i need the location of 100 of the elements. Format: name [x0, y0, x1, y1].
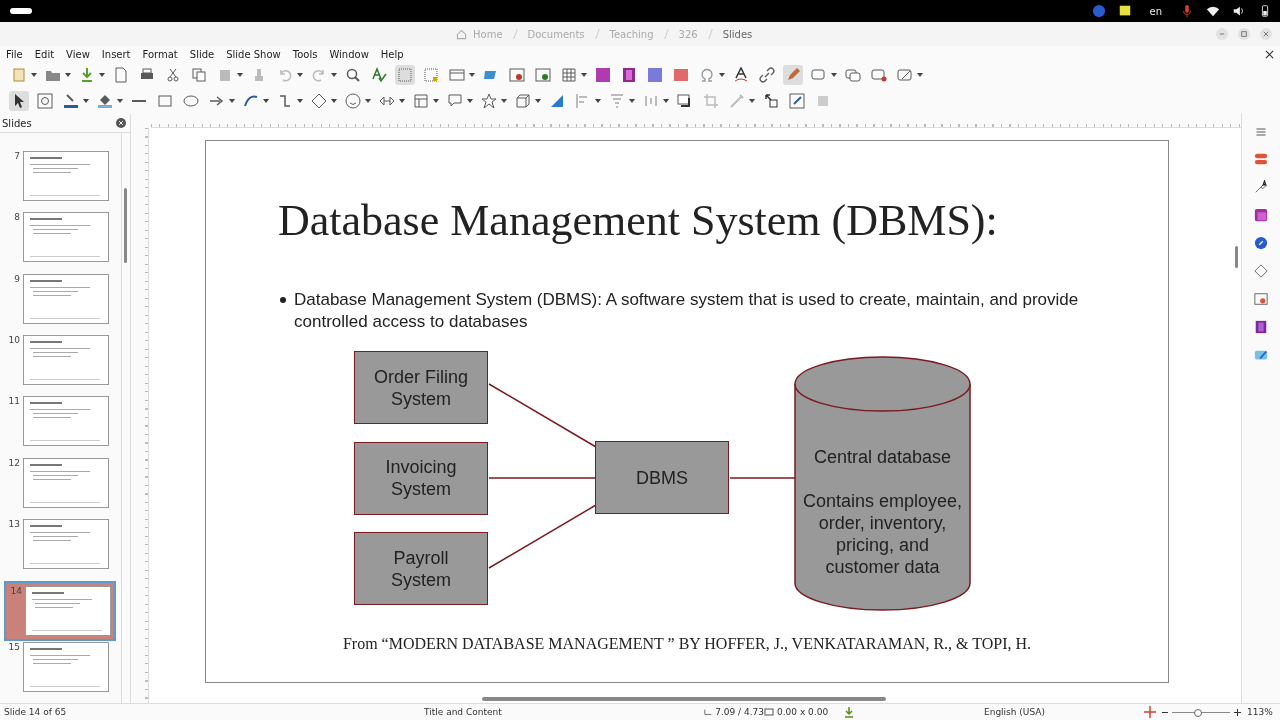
caret-icon[interactable] [581, 73, 587, 77]
diamond-icon[interactable] [309, 91, 329, 111]
workspace-indicator[interactable] [10, 8, 32, 14]
scrollbar-thumb[interactable] [482, 697, 886, 701]
flowchart-icon[interactable] [411, 91, 431, 111]
slide-counter: Slide 14 of 65 [4, 707, 68, 717]
slide-thumbnail[interactable] [23, 212, 109, 263]
slide-row[interactable]: 11 [0, 396, 121, 458]
menu-item[interactable]: Format [142, 48, 178, 60]
glue-icon[interactable] [787, 91, 807, 111]
caret-icon[interactable] [467, 99, 473, 103]
caret-icon[interactable] [117, 99, 123, 103]
caret-icon[interactable] [99, 73, 105, 77]
slide-icon[interactable] [507, 65, 527, 85]
menu-item[interactable]: File [6, 48, 23, 60]
caret-icon[interactable] [229, 99, 235, 103]
slide-icon[interactable] [1254, 292, 1268, 306]
volume-icon[interactable] [1232, 4, 1246, 18]
comment-icon[interactable] [1254, 348, 1268, 362]
caret-icon[interactable] [263, 99, 269, 103]
close-icon[interactable] [116, 118, 126, 128]
caret-icon[interactable] [331, 73, 337, 77]
smiley-icon[interactable] [343, 91, 363, 111]
wifi-icon[interactable] [1206, 4, 1220, 18]
zoom-slider-thumb[interactable] [1194, 708, 1203, 717]
slide-thumbnail[interactable] [23, 335, 109, 385]
slide-row[interactable]: 15 [0, 641, 121, 703]
zoom-in-button[interactable] [1234, 708, 1241, 716]
app-icon[interactable] [1091, 4, 1106, 18]
caret-icon[interactable] [237, 73, 243, 77]
menu-item[interactable]: Window [329, 48, 369, 60]
caret-icon[interactable] [469, 73, 475, 77]
cube-icon[interactable] [513, 91, 533, 111]
note-icon[interactable] [1117, 4, 1132, 18]
caret-icon[interactable] [297, 99, 303, 103]
line-color-icon[interactable] [61, 91, 81, 111]
menu-item[interactable]: Insert [101, 48, 131, 60]
gallery-icon[interactable] [1254, 208, 1268, 222]
link-icon[interactable] [757, 65, 777, 85]
maximize-icon[interactable] [1238, 28, 1250, 40]
caret-icon[interactable] [297, 73, 303, 77]
slide-thumbnail[interactable] [23, 396, 109, 447]
diamond-icon[interactable] [1254, 264, 1268, 278]
close-icon[interactable] [1265, 49, 1274, 59]
menu-item[interactable]: Help [380, 48, 404, 60]
move-icon[interactable] [1144, 706, 1156, 718]
slide-row[interactable]: 12 [0, 457, 121, 519]
slide-thumbnail[interactable] [23, 151, 109, 201]
position-icon [704, 708, 713, 716]
process-node: Invoicing System [354, 441, 488, 515]
star-icon[interactable] [479, 91, 499, 111]
caret-icon[interactable] [83, 99, 89, 103]
caret-icon[interactable] [749, 99, 755, 103]
zoom-icon[interactable] [35, 91, 55, 111]
caret-icon[interactable] [831, 73, 837, 77]
slide-row[interactable]: 9 [0, 273, 121, 335]
slide-row[interactable]: 7 [0, 151, 121, 213]
caret-icon[interactable] [917, 73, 923, 77]
slide-thumbnail[interactable] [23, 273, 109, 324]
copy-icon[interactable] [189, 65, 209, 85]
caret-icon[interactable] [663, 99, 669, 103]
navigator-icon[interactable] [1254, 236, 1268, 250]
caret-icon[interactable] [65, 73, 71, 77]
slide-thumbnail[interactable] [25, 586, 111, 637]
slide-row[interactable]: 8 [0, 212, 121, 274]
scrollbar-thumb[interactable] [124, 188, 127, 263]
slide-icon[interactable] [533, 65, 553, 85]
microphone-icon[interactable] [1180, 4, 1194, 18]
caret-icon[interactable] [433, 99, 439, 103]
slide-thumbnail[interactable] [23, 518, 109, 569]
caret-icon[interactable] [595, 99, 601, 103]
slide-row[interactable]: 13 [0, 518, 121, 581]
slide-thumbnail[interactable] [23, 457, 109, 508]
menu-item[interactable]: Slide [189, 48, 215, 60]
zoom-level[interactable]: 113% [1247, 707, 1273, 717]
document-language[interactable]: English (USA) [984, 707, 1144, 717]
slide-row[interactable]: 10 [0, 335, 121, 397]
pointer-icon[interactable] [9, 91, 29, 111]
caret-icon[interactable] [331, 99, 337, 103]
caret-icon[interactable] [31, 73, 37, 77]
caret-icon[interactable] [501, 99, 507, 103]
spellcheck-icon[interactable] [369, 65, 389, 85]
film-icon[interactable] [1254, 320, 1268, 334]
caret-icon[interactable] [365, 99, 371, 103]
caret-icon[interactable] [629, 99, 635, 103]
keyboard-language[interactable]: en [1149, 5, 1162, 17]
breadcrumb-item[interactable]: Slides [722, 28, 753, 40]
menu-item[interactable]: Tools [292, 48, 318, 60]
menu-item[interactable]: Edit [34, 48, 55, 60]
slide-thumbnail[interactable] [23, 641, 109, 692]
pencil-icon[interactable] [783, 65, 803, 85]
menu-item[interactable]: View [66, 48, 90, 60]
caret-icon[interactable] [535, 99, 541, 103]
caret-icon[interactable] [719, 73, 725, 77]
table-icon[interactable] [559, 65, 579, 85]
citation: From “MODERN DATABASE MANAGEMENT ” BY HOFFER, J., VENKATARAMAN, R., & TOPI, H. [341, 635, 1033, 653]
styles-icon[interactable] [1254, 180, 1268, 194]
scrollbar-thumb[interactable] [1235, 246, 1238, 268]
menu-item[interactable]: Slide Show [226, 48, 281, 60]
caret-icon[interactable] [399, 99, 405, 103]
